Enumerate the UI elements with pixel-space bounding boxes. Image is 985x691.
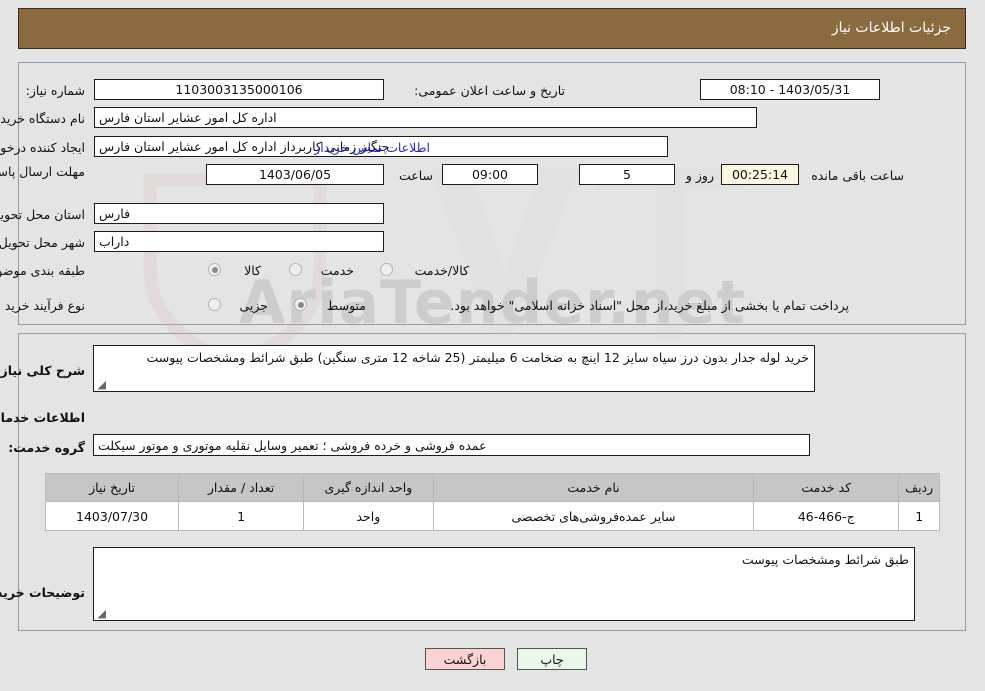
col-unit: واحد اندازه گیری	[303, 473, 434, 502]
city-value: داراب	[94, 231, 384, 252]
province-value: فارس	[94, 203, 384, 224]
buyer-notes-textarea[interactable]: طبق شرائط ومشخصات پیوست ◢	[93, 547, 915, 621]
countdown-value: 00:25:14	[721, 164, 799, 185]
category-label: طبقه بندی موضوعی:	[0, 263, 85, 278]
city-label: شهر محل تحویل:	[0, 235, 85, 250]
cell-date: 1403/07/30	[44, 501, 180, 531]
buyer-contact-link[interactable]: اطلاعات تماس خریدار	[314, 140, 430, 155]
print-button[interactable]: چاپ	[517, 648, 587, 670]
public-announce-value: 1403/05/31 - 08:10	[700, 79, 880, 100]
section-title: اطلاعات خدمات مورد نیاز	[0, 410, 85, 425]
radio-category-khedmat[interactable]	[289, 263, 302, 276]
col-name: نام خدمت	[432, 473, 755, 502]
cell-qty: 1	[178, 501, 305, 531]
requester-label: ایجاد کننده درخواست:	[0, 140, 85, 155]
buyer-notes-text: طبق شرائط ومشخصات پیوست	[741, 552, 909, 567]
table-row: 1 ج-466-46 سایر عمده‌فروشی‌های تخصصی واح…	[44, 501, 940, 531]
cell-row: 1	[898, 501, 940, 531]
col-row: ردیف	[898, 473, 940, 502]
deadline-label: مهلت ارسال پاسخ: تا تاریخ:	[0, 164, 85, 179]
payment-note: پرداخت تمام یا بخشی از مبلغ خرید،از محل …	[450, 298, 849, 313]
need-number-label: شماره نیاز:	[25, 83, 85, 98]
cell-name: سایر عمده‌فروشی‌های تخصصی	[432, 501, 755, 531]
back-button[interactable]: بازگشت	[425, 648, 505, 670]
deadline-time-label: ساعت	[398, 168, 433, 183]
radio-category-kala-khedmat-label: کالا/خدمت	[414, 263, 469, 278]
radio-category-khedmat-label: خدمت	[320, 263, 354, 278]
buyer-notes-label: توضیحات خریدار:	[0, 585, 85, 600]
resize-grip-icon[interactable]: ◢	[96, 379, 106, 390]
deadline-date: 1403/06/05	[206, 164, 384, 185]
radio-process-motavaset-label: متوسط	[326, 298, 366, 313]
radio-process-jozii[interactable]	[208, 298, 221, 311]
remaining-days-value: 5	[579, 164, 675, 185]
radio-category-kala[interactable]	[208, 263, 221, 276]
cell-unit: واحد	[303, 501, 434, 531]
buyer-org-value: اداره کل امور عشایر استان فارس	[94, 107, 757, 128]
service-group-label: گروه خدمت:	[8, 440, 85, 455]
process-label: نوع فرآیند خرید :	[0, 298, 85, 313]
table-header-row: ردیف کد خدمت نام خدمت واحد اندازه گیری ت…	[44, 473, 940, 502]
services-table: ردیف کد خدمت نام خدمت واحد اندازه گیری ت…	[44, 473, 940, 531]
col-qty: تعداد / مقدار	[178, 473, 305, 502]
page-title: جزئیات اطلاعات نیاز	[831, 20, 951, 36]
need-info-panel	[18, 62, 966, 325]
days-and-label: روز و	[685, 168, 714, 183]
need-number-value: 1103003135000106	[94, 79, 384, 100]
remaining-hours-label: ساعت باقی مانده	[811, 168, 904, 183]
province-label: استان محل تحویل:	[0, 207, 85, 222]
resize-grip-icon[interactable]: ◢	[96, 608, 106, 619]
buyer-org-label: نام دستگاه خریدار:	[0, 111, 85, 126]
summary-label: شرح کلی نیاز:	[0, 363, 85, 378]
public-announce-label: تاریخ و ساعت اعلان عمومی:	[414, 83, 565, 98]
deadline-time-value: 09:00	[442, 164, 538, 185]
page-root: AriaTender.net جزئیات اطلاعات نیاز شماره…	[0, 0, 985, 691]
page-header: جزئیات اطلاعات نیاز	[18, 8, 966, 49]
cell-code: ج-466-46	[753, 501, 900, 531]
col-date: تاریخ نیاز	[44, 473, 180, 502]
summary-textarea[interactable]: خرید لوله جدار بدون درز سیاه سایز 12 این…	[93, 345, 815, 392]
summary-text: خرید لوله جدار بدون درز سیاه سایز 12 این…	[146, 350, 809, 365]
radio-process-jozii-label: جزیی	[239, 298, 268, 313]
radio-category-kala-khedmat[interactable]	[380, 263, 393, 276]
radio-process-motavaset[interactable]	[294, 298, 307, 311]
radio-category-kala-label: کالا	[244, 263, 261, 278]
col-code: کد خدمت	[753, 473, 900, 502]
service-group-value: عمده فروشی و خرده فروشی ؛ تعمیر وسایل نق…	[93, 434, 810, 456]
